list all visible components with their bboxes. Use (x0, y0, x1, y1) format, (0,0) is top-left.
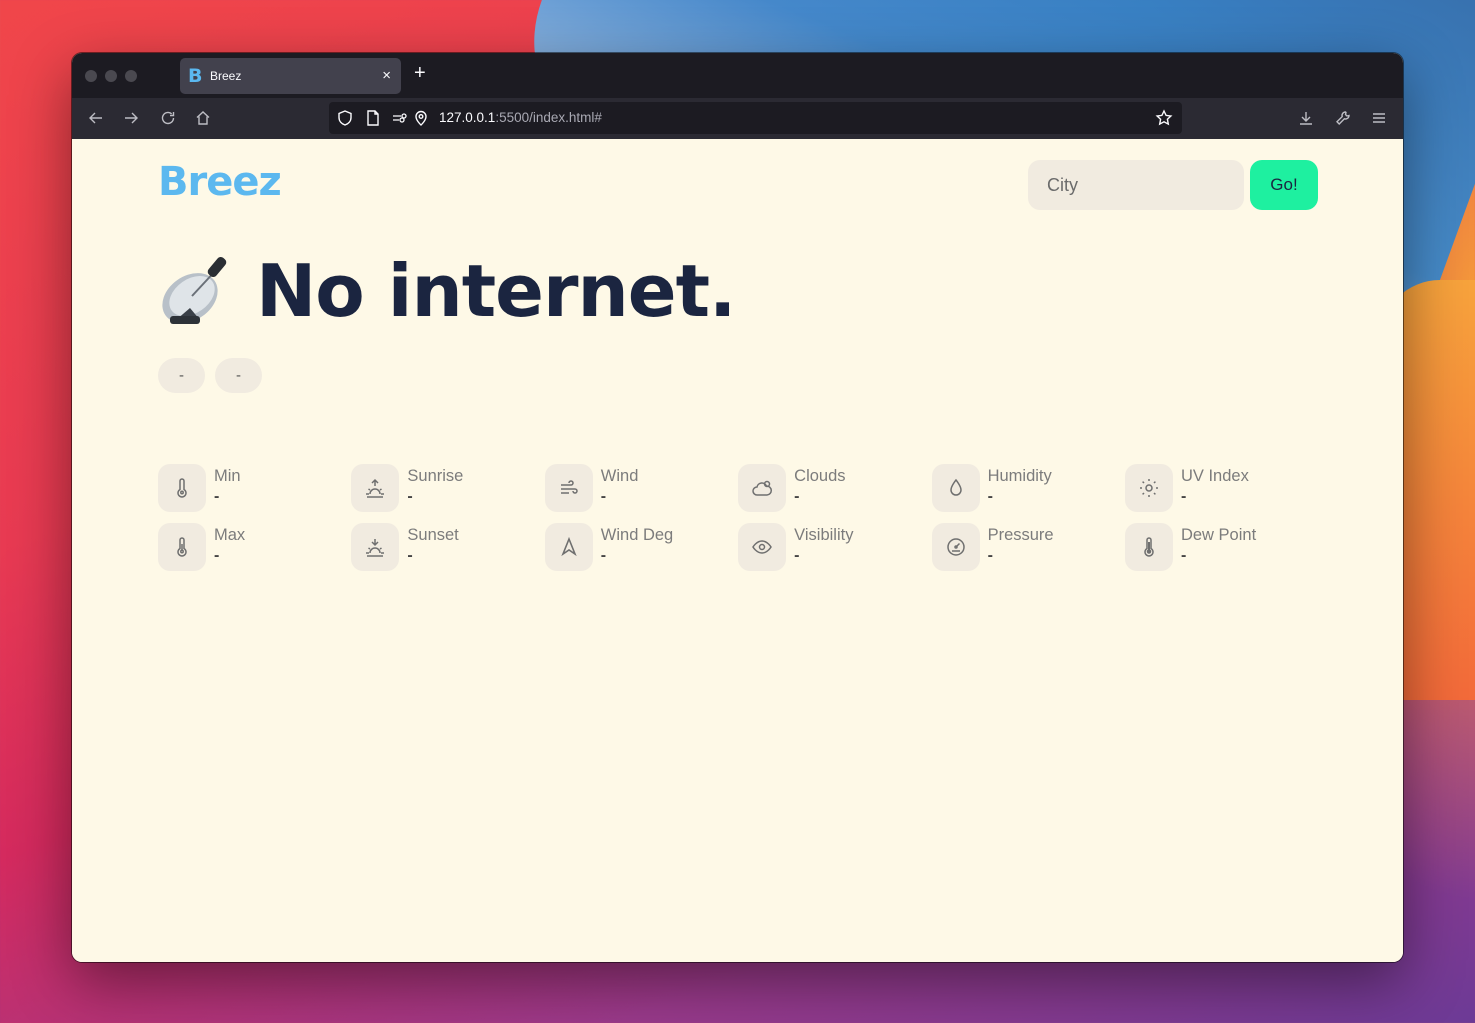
page-content: Breez Go! No internet. - - (72, 139, 1403, 962)
stat-label: Pressure (987, 526, 1054, 544)
close-window-button[interactable] (85, 70, 97, 82)
eye-icon (738, 523, 787, 571)
wind-icon (544, 464, 593, 512)
stat-pressure: Pressure - (931, 523, 1125, 582)
stat-value: - (214, 547, 220, 564)
stat-label: Wind Deg (600, 526, 674, 544)
stat-value: - (987, 547, 993, 564)
minimize-window-button[interactable] (105, 70, 117, 82)
stat-wind-deg: Wind Deg - (544, 523, 738, 582)
wrench-icon[interactable] (1332, 107, 1354, 129)
close-tab-icon[interactable]: × (382, 67, 391, 84)
stat-label: Clouds (794, 467, 846, 485)
home-icon[interactable] (192, 107, 214, 129)
zoom-window-button[interactable] (125, 70, 137, 82)
stat-min: Min - (158, 464, 351, 523)
stat-sunset: Sunset - (351, 523, 544, 582)
stat-label: Dew Point (1180, 526, 1257, 544)
app-logo[interactable]: Breez (158, 159, 282, 205)
tab-title: Breez (210, 69, 242, 83)
stat-value: - (407, 547, 413, 564)
stat-label: Min (214, 467, 241, 485)
stat-label: Humidity (987, 467, 1052, 485)
bookmark-star-icon[interactable] (1155, 109, 1173, 127)
pill-condition: - (215, 358, 262, 393)
stat-label: Sunrise (407, 467, 464, 485)
new-tab-button[interactable]: + (414, 62, 426, 85)
thermometer-icon (158, 464, 206, 512)
location-pills: - - (158, 358, 262, 393)
forward-arrow-icon[interactable] (120, 107, 142, 129)
stat-label: Visibility (794, 526, 854, 544)
gauge-icon (931, 523, 980, 571)
stat-humidity: Humidity - (931, 464, 1125, 523)
url-bar[interactable]: 127.0.0.1:5500/index.html# (329, 102, 1182, 134)
sunrise-icon (351, 464, 400, 512)
nav-bar: 127.0.0.1:5500/index.html# (72, 98, 1403, 139)
reload-icon[interactable] (157, 107, 179, 129)
favicon-icon: B (188, 65, 203, 87)
stat-sunrise: Sunrise - (351, 464, 544, 523)
stat-label: UV Index (1180, 467, 1249, 485)
stat-value: - (794, 547, 800, 564)
satellite-antenna-icon (162, 256, 227, 324)
tab-breez[interactable]: B Breez × (180, 58, 401, 94)
stat-clouds: Clouds - (738, 464, 931, 523)
permissions-icon[interactable] (391, 109, 409, 127)
tab-bar: B Breez × + (72, 53, 1403, 98)
sunset-icon (351, 523, 400, 571)
weather-stats-grid: Min - Sunrise - Wind - Clouds - Humidity… (158, 464, 1328, 582)
stat-value: - (794, 488, 800, 505)
window-controls (85, 70, 137, 82)
sun-icon (1124, 464, 1173, 512)
stat-label: Sunset (407, 526, 459, 544)
stat-value: - (407, 488, 413, 505)
stat-visibility: Visibility - (738, 523, 931, 582)
pill-location: - (158, 358, 205, 393)
page-icon[interactable] (364, 109, 382, 127)
stat-value: - (600, 547, 607, 564)
stat-label: Max (214, 526, 246, 544)
location-pin-icon[interactable] (412, 109, 430, 127)
navigation-arrow-icon (544, 523, 593, 571)
stat-value: - (1180, 547, 1187, 564)
shield-icon[interactable] (336, 109, 354, 127)
city-search-input[interactable] (1028, 160, 1244, 210)
stat-uv-index: UV Index - (1124, 464, 1318, 523)
page-title: No internet. (256, 249, 736, 333)
stat-wind: Wind - (544, 464, 738, 523)
stat-dew-point: Dew Point - (1124, 523, 1318, 582)
stat-value: - (214, 488, 220, 505)
stat-value: - (1180, 488, 1187, 505)
url-text[interactable]: 127.0.0.1:5500/index.html# (439, 110, 602, 125)
stat-value: - (987, 488, 993, 505)
stat-label: Wind (600, 467, 639, 485)
thermometer-full-icon (1124, 523, 1173, 571)
stat-value: - (600, 488, 607, 505)
url-host: 127.0.0.1 (439, 110, 496, 125)
go-button[interactable]: Go! (1250, 160, 1318, 210)
downloads-icon[interactable] (1295, 107, 1317, 129)
url-path: :5500/index.html# (495, 110, 602, 125)
back-arrow-icon[interactable] (85, 107, 107, 129)
status-headline: No internet. (156, 249, 736, 333)
menu-hamburger-icon[interactable] (1368, 107, 1390, 129)
thermometer-icon (158, 523, 206, 571)
cloud-icon (738, 464, 787, 512)
stat-max: Max - (158, 523, 351, 582)
browser-window: B Breez × + 127.0.0.1:5500/index.html# B… (72, 53, 1403, 962)
droplet-icon (931, 464, 980, 512)
